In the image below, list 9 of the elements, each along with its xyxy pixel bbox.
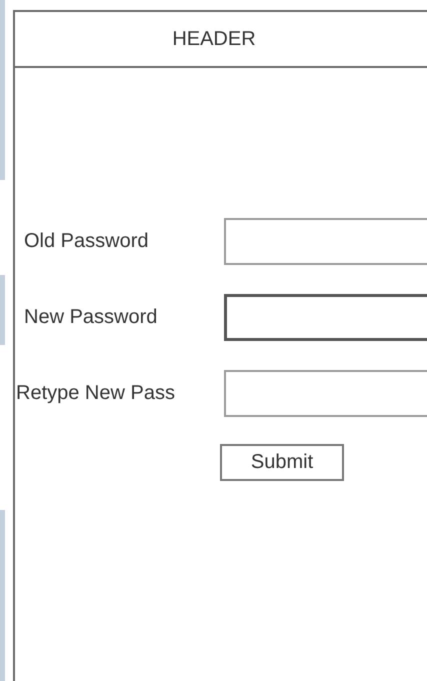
password-field[interactable] bbox=[224, 294, 427, 341]
password-field[interactable] bbox=[224, 218, 427, 265]
submit-button[interactable]: Submit bbox=[220, 444, 344, 481]
password-field[interactable] bbox=[224, 370, 427, 417]
side-strip bbox=[0, 275, 5, 345]
header-title: HEADER bbox=[172, 28, 256, 50]
field-label: Retype New Pass bbox=[15, 382, 176, 405]
field-label: New Password bbox=[23, 306, 158, 329]
field-label: Old Password bbox=[23, 230, 150, 253]
